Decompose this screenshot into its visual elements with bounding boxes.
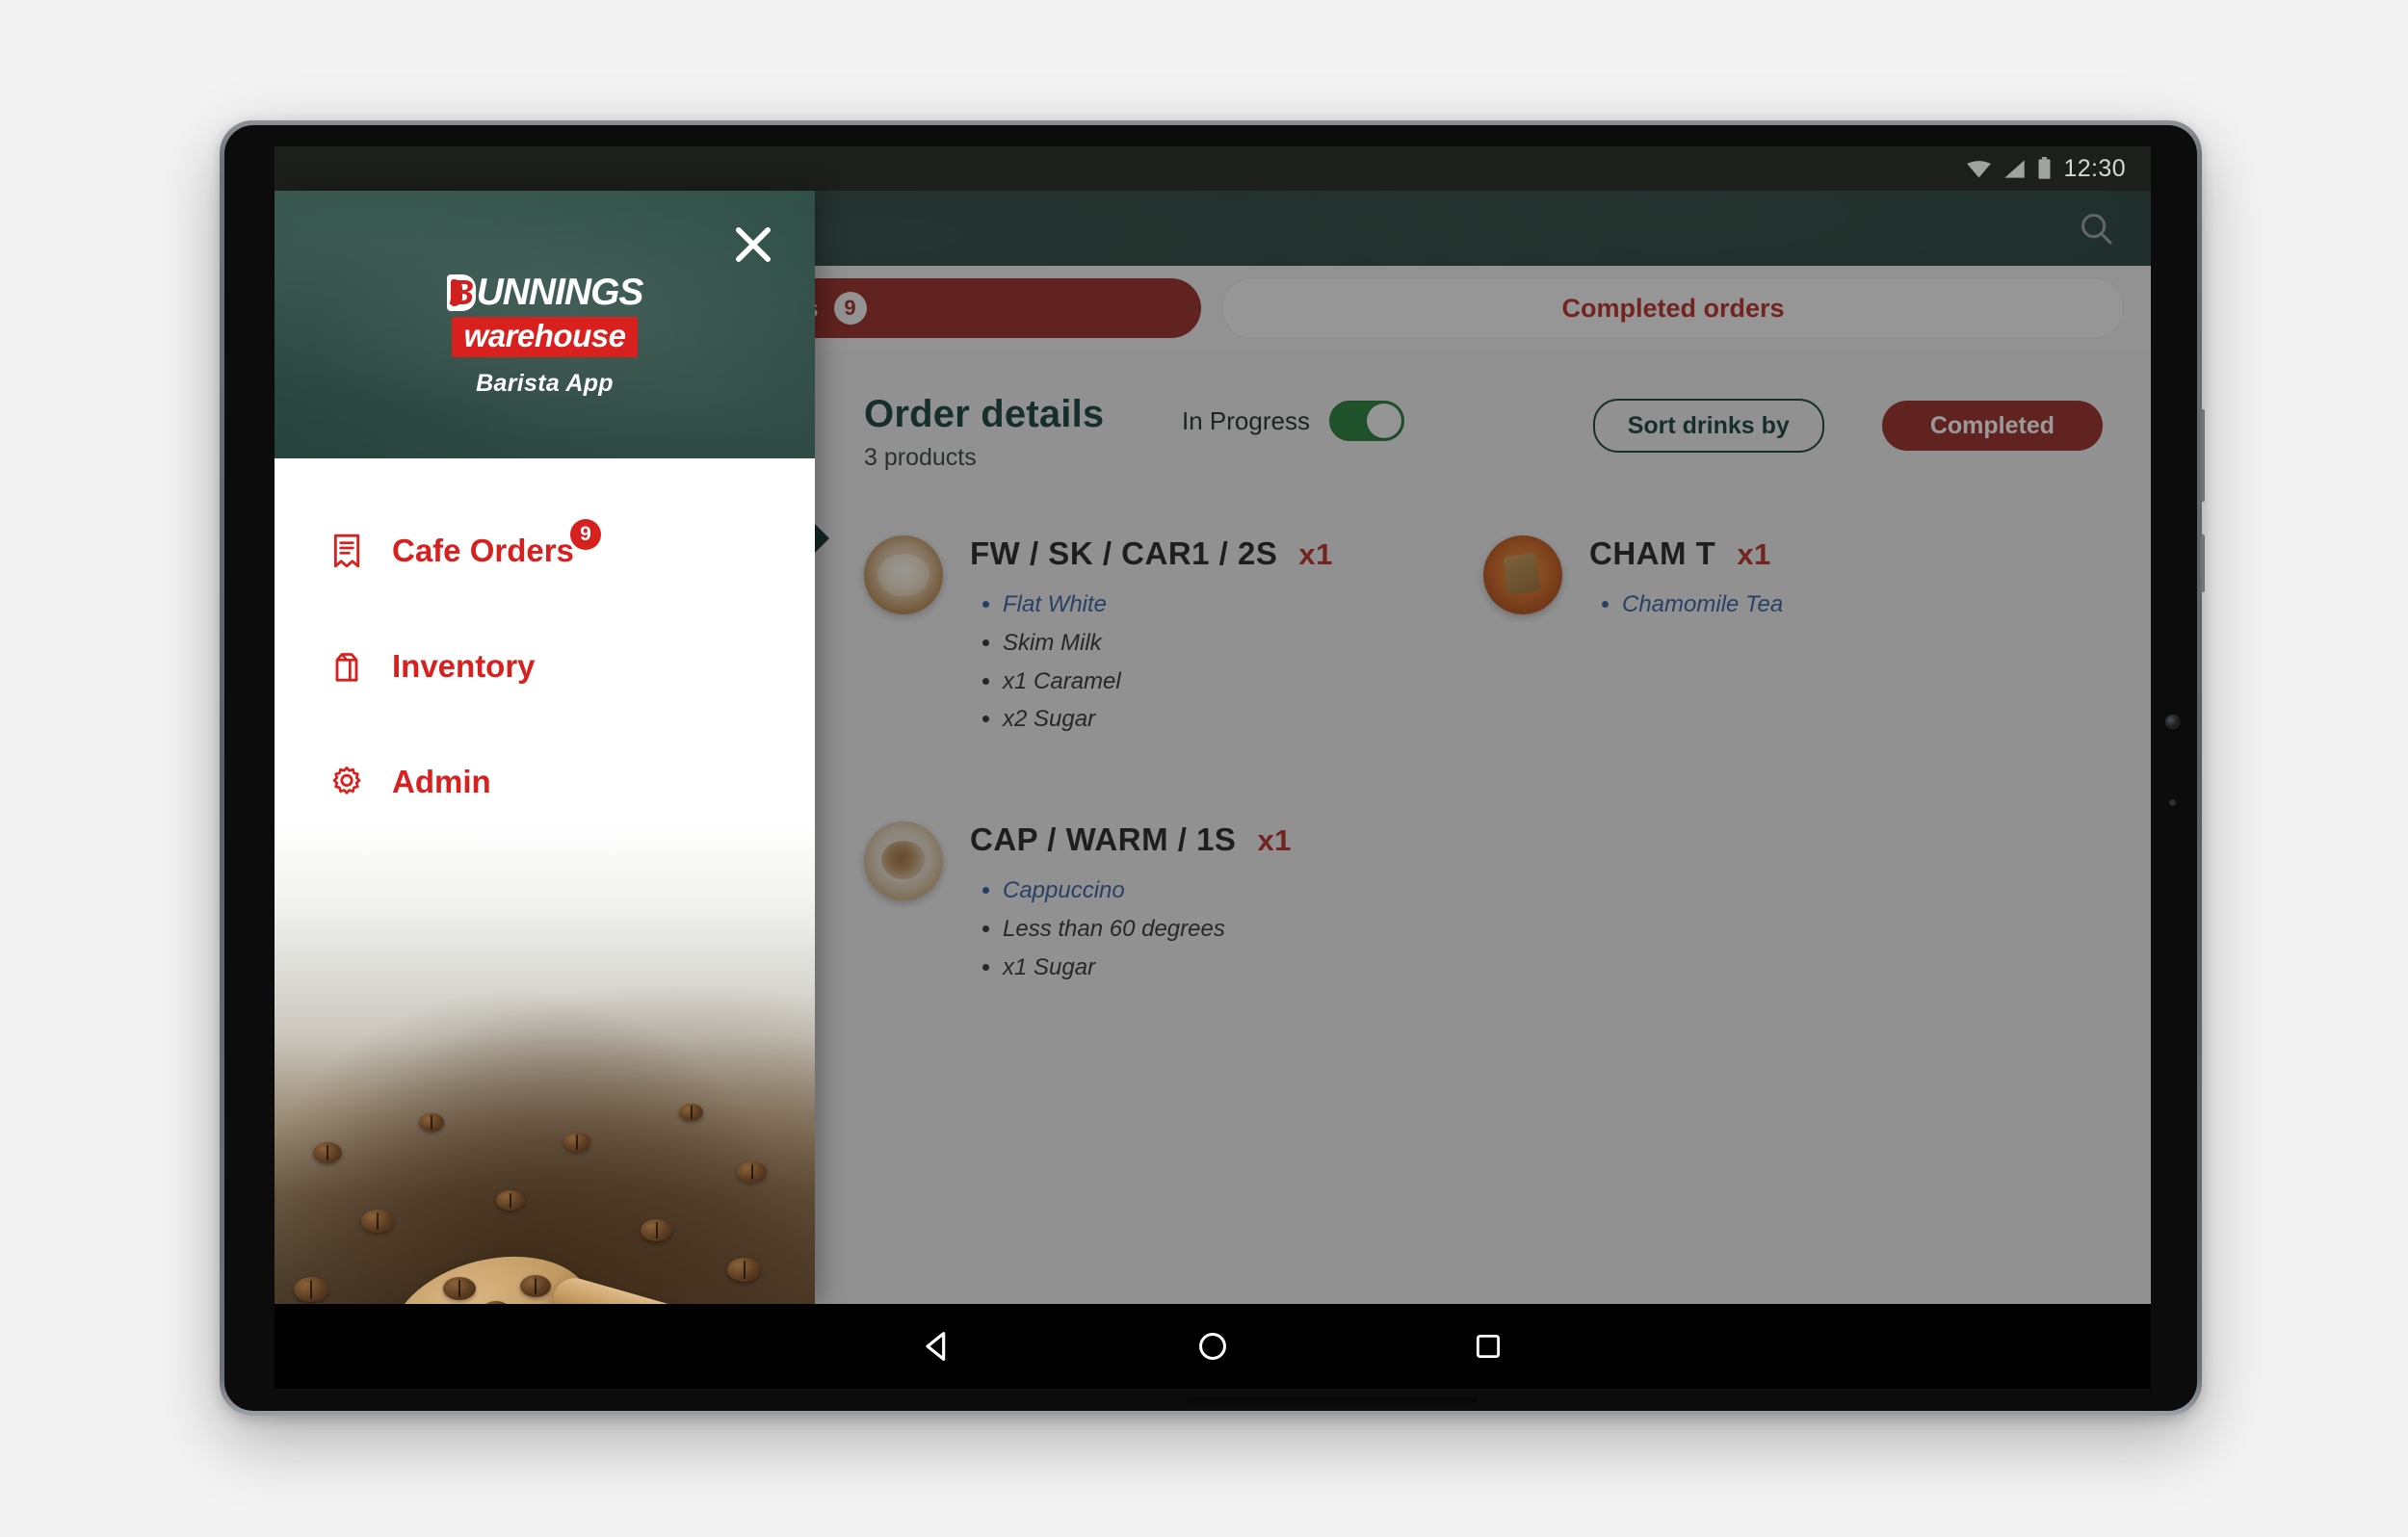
coffee-bean [294, 1277, 328, 1302]
tablet-device: 12:30 Current orders 9 [220, 120, 2205, 1416]
sidebar-item-cafe-orders[interactable]: Cafe Orders 9 [275, 508, 815, 593]
home-icon[interactable] [1191, 1324, 1235, 1368]
signal-icon [2004, 159, 2026, 178]
volume-button[interactable] [2201, 409, 2205, 502]
page-root: 12:30 Current orders 9 [0, 0, 2408, 1537]
brand-subtitle: Barista App [476, 370, 614, 397]
coffee-bean [679, 1104, 703, 1121]
power-button[interactable] [2201, 534, 2205, 592]
sidebar-item-admin[interactable]: Admin [275, 740, 815, 824]
wifi-icon [1967, 160, 1992, 177]
receipt-icon [327, 531, 367, 571]
sidebar-item-inventory[interactable]: Inventory [275, 624, 815, 709]
sidebar-item-label: Cafe Orders 9 [392, 519, 601, 569]
coffee-beans-photo [275, 824, 815, 1304]
coffee-bean [443, 1277, 476, 1300]
coffee-bean [496, 1190, 525, 1211]
status-icons [1966, 157, 2052, 180]
brand-line2: warehouse [451, 317, 639, 357]
android-nav-bar [275, 1304, 2151, 1389]
coffee-bean [313, 1142, 342, 1163]
coffee-bean [727, 1258, 761, 1282]
front-camera [2165, 715, 2180, 729]
recents-icon[interactable] [1466, 1324, 1510, 1368]
coffee-bean [737, 1161, 767, 1183]
coffee-bean [520, 1275, 551, 1297]
brand-b-mark: B [446, 274, 476, 311]
battery-icon [2038, 157, 2051, 179]
gear-icon [327, 762, 367, 802]
sensor [2169, 799, 2176, 806]
drawer-header: B UNNINGS warehouse Barista App [275, 191, 815, 458]
coffee-bean [563, 1133, 590, 1152]
milk-carton-icon [327, 646, 367, 687]
close-icon[interactable] [728, 220, 778, 270]
bean-pile [275, 986, 815, 1304]
coffee-bean [361, 1210, 394, 1233]
cafe-orders-text: Cafe Orders [392, 533, 574, 568]
sidebar-item-label: Admin [392, 764, 491, 799]
brand-logo: B UNNINGS warehouse Barista App [275, 272, 815, 398]
screen: 12:30 Current orders 9 [275, 146, 2151, 1389]
coffee-bean [641, 1219, 672, 1241]
sidebar-item-label: Inventory [392, 648, 536, 684]
back-icon[interactable] [915, 1324, 959, 1368]
brand-wordmark: B UNNINGS [446, 272, 644, 314]
brand-line1: UNNINGS [476, 272, 644, 313]
status-clock: 12:30 [2063, 154, 2126, 182]
cafe-orders-badge: 9 [569, 519, 601, 550]
tablet-bezel: 12:30 Current orders 9 [224, 125, 2197, 1411]
coffee-bean [419, 1113, 444, 1132]
drawer-menu: Cafe Orders 9 Inventory Admin [275, 458, 815, 824]
speaker-grille [1188, 1397, 1477, 1403]
android-status-bar: 12:30 [275, 146, 2151, 191]
navigation-drawer: B UNNINGS warehouse Barista App Cafe Ord… [275, 191, 815, 1304]
